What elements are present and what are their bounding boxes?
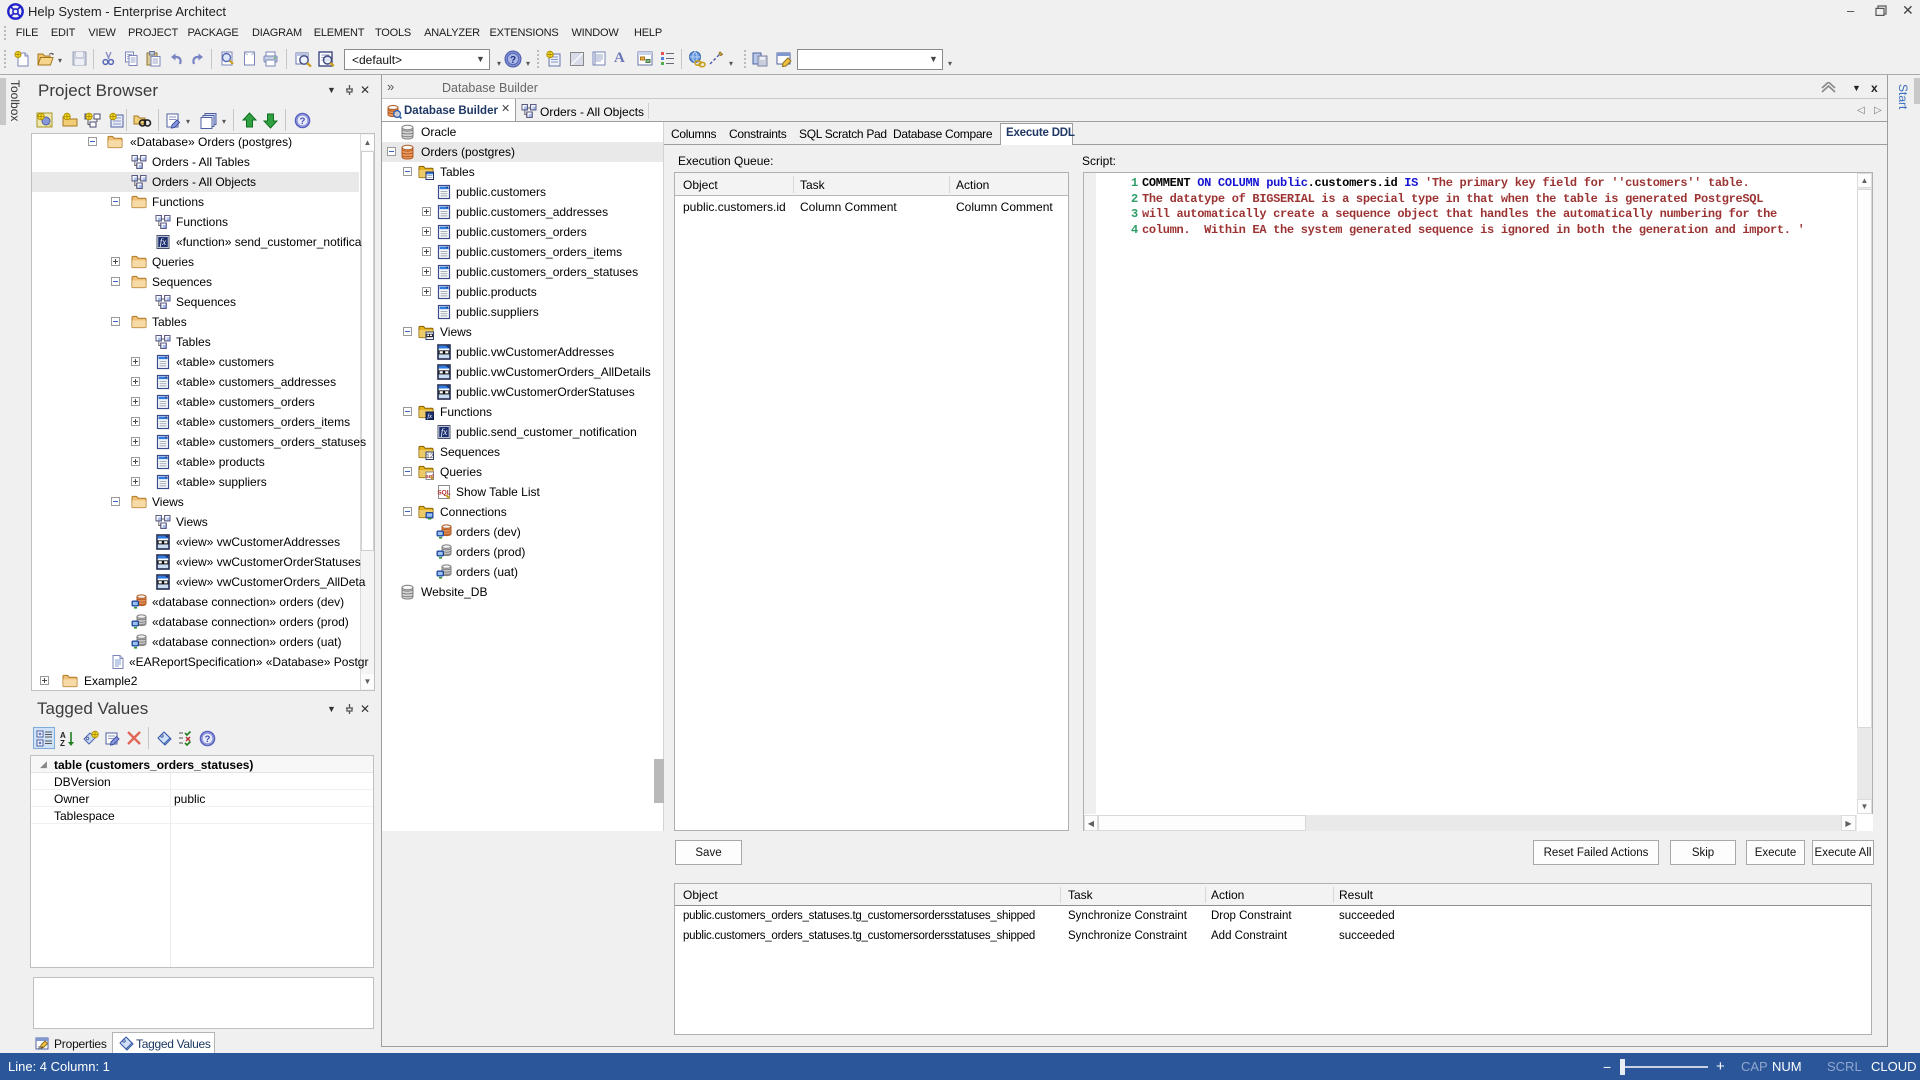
svg-text:fx: fx (427, 413, 432, 420)
svg-text:Z: Z (60, 739, 65, 747)
svg-text:fx: fx (441, 427, 448, 437)
svg-text:fx: fx (160, 237, 167, 247)
svg-text:xv: xv (38, 1045, 44, 1051)
svg-text:?: ? (510, 55, 516, 66)
svg-text:?: ? (205, 734, 211, 745)
svg-text:12: 12 (426, 453, 434, 460)
svg-text:SQL: SQL (437, 490, 450, 497)
svg-text:?: ? (300, 116, 306, 127)
